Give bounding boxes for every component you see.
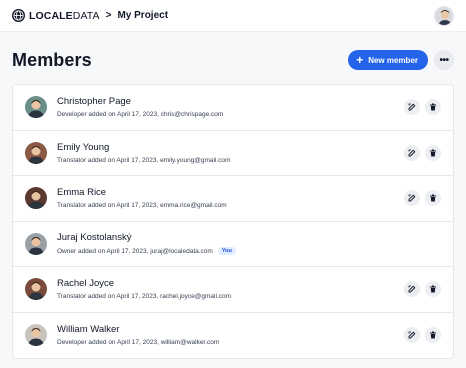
user-avatar[interactable] [434, 6, 454, 26]
you-badge: You [217, 247, 236, 256]
member-avatar [25, 232, 47, 255]
member-meta: Developer added on April 17, 2023, chris… [57, 111, 224, 119]
delete-member-button[interactable] [425, 327, 441, 344]
edit-icon [408, 149, 416, 157]
trash-icon [430, 331, 436, 339]
brand-name-light: DATA [72, 9, 100, 22]
delete-member-button[interactable] [425, 144, 441, 161]
member-avatar [25, 278, 47, 301]
member-name: Emma Rice [57, 187, 107, 199]
delete-member-button[interactable] [425, 99, 441, 116]
member-avatar [25, 324, 47, 347]
member-avatar [25, 141, 47, 164]
new-member-button[interactable]: + New member [348, 50, 428, 70]
delete-member-button[interactable] [425, 190, 441, 207]
page-header: Members + New member ••• [12, 46, 454, 74]
trash-icon [430, 103, 436, 111]
breadcrumb-separator: > [105, 10, 112, 21]
trash-icon [430, 194, 436, 202]
member-row: Juraj Kostolanský Owner added on April 17… [13, 222, 453, 267]
member-avatar [25, 187, 47, 210]
breadcrumb-project[interactable]: My Project [117, 10, 168, 21]
member-name: Christopher Page [57, 96, 131, 108]
member-meta: Translator added on April 17, 2023, emil… [57, 156, 231, 164]
edit-icon [408, 194, 416, 202]
ellipsis-icon: ••• [439, 54, 449, 66]
trash-icon [430, 149, 436, 157]
edit-member-button[interactable] [404, 281, 420, 298]
member-meta: Translator added on April 17, 2023, emma… [57, 202, 227, 210]
edit-icon [408, 285, 416, 293]
member-meta: Developer added on April 17, 2023, willi… [57, 339, 220, 347]
edit-member-button[interactable] [404, 144, 420, 161]
delete-member-button[interactable] [425, 281, 441, 298]
new-member-label: New member [368, 55, 418, 65]
member-meta: Translator added on April 17, 2023, rach… [57, 293, 232, 301]
globe-icon [12, 9, 25, 22]
member-name: Rachel Joyce [57, 278, 115, 290]
more-options-button[interactable]: ••• [434, 50, 454, 70]
edit-member-button[interactable] [404, 327, 420, 344]
edit-icon [408, 331, 416, 339]
member-row: Emma Rice Translator added on April 17, 2… [13, 176, 453, 222]
member-row: Christopher Page Developer added on April… [13, 85, 453, 131]
member-row: Emily Young Translator added on April 17,… [13, 131, 453, 176]
member-name: William Walker [57, 324, 120, 336]
plus-icon: + [356, 53, 364, 67]
member-meta: Owner added on April 17, 2023, juraj@loc… [57, 247, 213, 255]
member-row: William Walker Developer added on April 1… [13, 313, 453, 359]
brand-name-strong: LOCALE [29, 9, 73, 22]
member-row: Rachel Joyce Translator added on April 17… [13, 267, 453, 313]
brand-logo[interactable]: LOCALE DATA [12, 9, 100, 22]
member-list: Christopher Page Developer added on April… [12, 84, 454, 359]
member-avatar [25, 96, 47, 119]
member-name: Emily Young [57, 141, 110, 153]
edit-icon [408, 103, 416, 111]
trash-icon [430, 285, 436, 293]
top-bar: LOCALE DATA > My Project [0, 0, 466, 32]
edit-member-button[interactable] [404, 190, 420, 207]
page-title: Members [12, 49, 92, 70]
member-name: Juraj Kostolanský [57, 232, 132, 244]
edit-member-button[interactable] [404, 99, 420, 116]
